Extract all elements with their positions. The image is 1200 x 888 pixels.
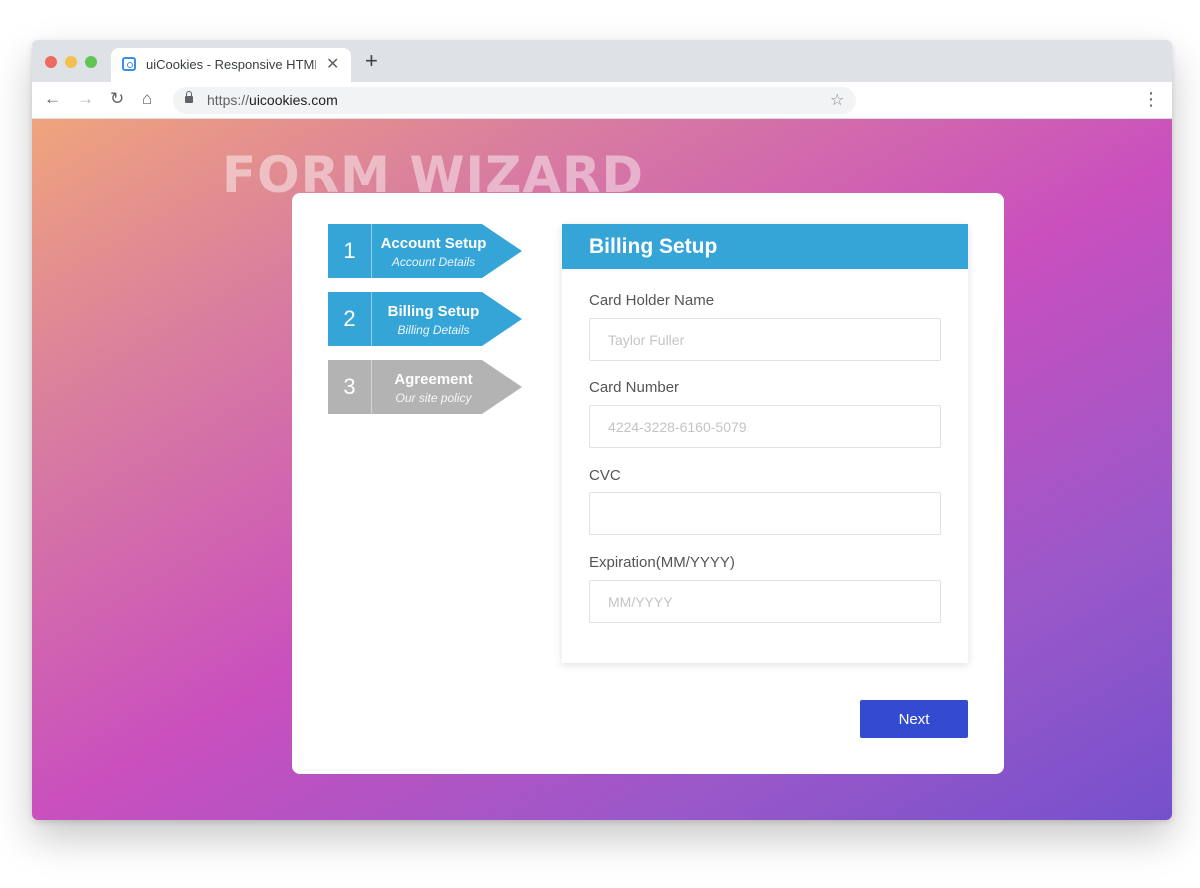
cvc-input[interactable] [589, 492, 941, 535]
expiration-label: Expiration(MM/YYYY) [589, 554, 735, 571]
url-text: https://uicookies.com [207, 92, 338, 108]
step-title: Billing Setup [387, 303, 480, 320]
step-number: 2 [343, 306, 356, 331]
card-number-input[interactable] [589, 405, 941, 448]
page-content: FORM WIZARD 1 Account Setup Account Deta… [32, 119, 1172, 820]
billing-form-panel: Billing Setup Card Holder Name Card Numb… [562, 224, 968, 663]
step-title: Agreement [394, 371, 473, 388]
url-scheme: https:// [207, 92, 250, 108]
browser-tab[interactable]: uiCookies - Responsive HTML ✕ [111, 48, 351, 82]
step-title: Account Setup [380, 235, 487, 252]
favicon-icon [122, 57, 136, 71]
address-bar[interactable]: https://uicookies.com ☆ [173, 87, 856, 114]
back-arrow-icon[interactable]: ← [44, 88, 61, 110]
close-window-button[interactable] [45, 56, 57, 68]
step-subtitle: Billing Details [397, 323, 470, 337]
reload-icon[interactable]: ↻ [110, 88, 124, 110]
expiration-input[interactable] [589, 580, 941, 623]
home-icon[interactable]: ⌂ [142, 88, 152, 110]
star-icon[interactable]: ☆ [830, 90, 844, 110]
card-holder-name-label: Card Holder Name [589, 292, 715, 309]
step-subtitle: Account Details [391, 255, 476, 269]
forward-arrow-icon[interactable]: → [77, 88, 94, 110]
step-account-setup[interactable]: 1 Account Setup Account Details [328, 224, 522, 278]
next-button[interactable]: Next [860, 700, 968, 738]
new-tab-button[interactable]: + [365, 50, 378, 72]
panel-title: Billing Setup [589, 235, 718, 258]
lock-icon [185, 91, 193, 103]
tab-title: uiCookies - Responsive HTML [146, 57, 316, 72]
maximize-window-button[interactable] [85, 56, 97, 68]
minimize-window-button[interactable] [65, 56, 77, 68]
card-holder-name-input[interactable] [589, 318, 941, 361]
step-number: 3 [343, 374, 356, 399]
tab-close-icon[interactable]: ✕ [326, 54, 339, 74]
step-agreement[interactable]: 3 Agreement Our site policy [328, 360, 522, 414]
step-billing-setup[interactable]: 2 Billing Setup Billing Details [328, 292, 522, 346]
panel-header: Billing Setup [562, 224, 968, 269]
card-number-label: Card Number [589, 379, 680, 396]
browser-window: uiCookies - Responsive HTML ✕ + ← → ↻ ⌂ … [32, 40, 1172, 820]
cvc-label: CVC [589, 467, 621, 484]
wizard-card: 1 Account Setup Account Details 2 Billin… [292, 193, 1004, 774]
menu-icon[interactable]: ⋮ [1142, 89, 1160, 109]
url-host: uicookies.com [249, 92, 338, 108]
step-subtitle: Our site policy [395, 391, 472, 405]
step-number: 1 [343, 238, 356, 263]
tab-bar: uiCookies - Responsive HTML ✕ + [32, 40, 1172, 82]
browser-toolbar: ← → ↻ ⌂ https://uicookies.com ☆ ⋮ [32, 82, 1172, 119]
